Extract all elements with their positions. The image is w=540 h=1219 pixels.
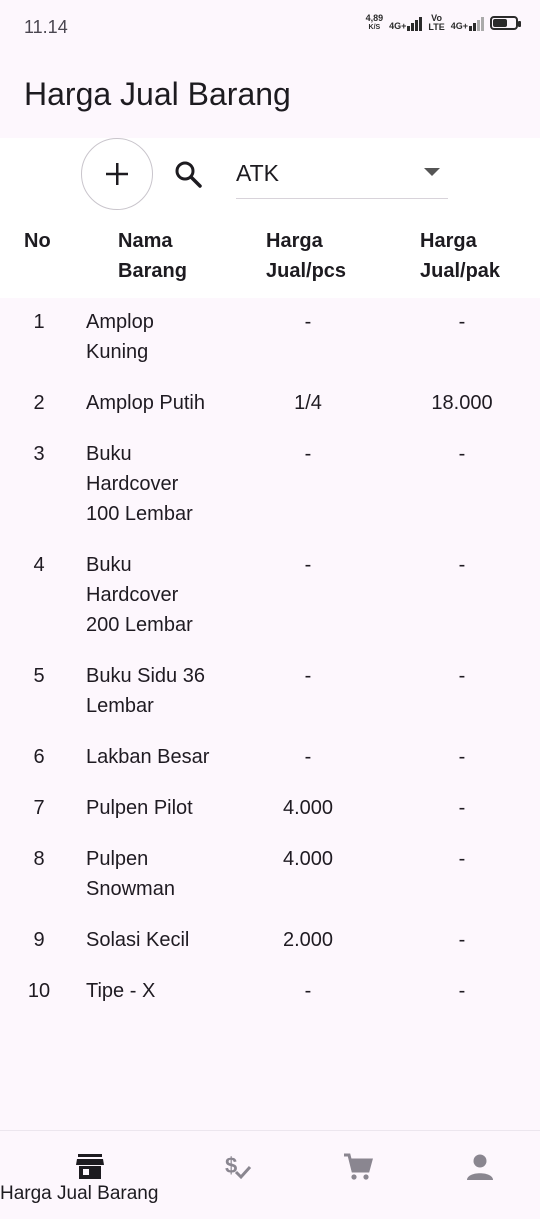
cell-price-pak: - [458,443,466,465]
cell-no: 8 [33,848,45,870]
cell-price-pcs: - [304,665,312,687]
battery-icon [490,16,521,30]
add-button[interactable] [81,138,153,210]
cell-price-pak: - [458,665,466,687]
cell-no: 7 [33,797,45,819]
header-name: Nama Barang [118,230,187,282]
cell-price-pcs: - [304,980,312,1002]
status-bar: 11.14 4,89 K/S 4G+ Vo LTE 4G+ [0,0,540,54]
cell-no: 9 [33,929,45,951]
cell-no: 3 [33,443,45,465]
cell-name: Tipe - X [86,980,156,1002]
person-icon [467,1154,493,1180]
cell-price-pak: - [458,554,466,576]
cell-price-pak: - [458,311,466,333]
toolbar: ATK [0,138,540,218]
nav-label-harga-jual: Harga Jual Barang [0,1183,159,1204]
signal-bars-icon [407,15,423,31]
table-row[interactable]: 5 Buku Sidu 36 Lembar - - [0,652,540,733]
status-time: 11.14 [24,17,68,37]
plus-icon [106,163,128,185]
page-title: Harga Jual Barang [24,76,291,112]
nav-item-profile[interactable] [412,1131,540,1219]
cell-price-pcs: 2.000 [282,929,334,951]
table-row[interactable]: 7 Pulpen Pilot 4.000 - [0,784,540,835]
nav-item-price[interactable]: $ [172,1131,307,1219]
header-no: No [24,230,51,252]
cell-name: Buku Sidu 36 Lembar [86,665,205,717]
cell-price-pak: 18.000 [431,392,493,414]
cell-price-pak: - [458,746,466,768]
table-row[interactable]: 6 Lakban Besar - - [0,733,540,784]
network-speed: 4,89 K/S [365,13,384,32]
volte-indicator: Vo LTE [428,13,445,32]
bottom-navigation: Harga Jual Barang $ [0,1130,540,1219]
cell-price-pcs: 4.000 [282,848,334,870]
cell-name: Amplop Putih [86,392,205,414]
category-selected-value: ATK [236,160,280,186]
cell-price-pcs: - [304,746,312,768]
cell-name: Buku Hardcover 100 Lembar [86,443,193,525]
cell-price-pak: - [458,848,466,870]
cell-name: Pulpen Snowman [86,848,175,900]
cell-no: 5 [33,665,45,687]
table-row[interactable]: 1 Amplop Kuning - - [0,298,540,379]
cell-no: 4 [33,554,45,576]
table-row[interactable]: 2 Amplop Putih 1/4 18.000 [0,379,540,430]
cart-icon [344,1153,373,1180]
cell-price-pcs: 1/4 [294,392,322,414]
search-icon [175,161,202,188]
nav-item-cart[interactable] [292,1131,427,1219]
cell-price-pcs: - [304,443,312,465]
table-row[interactable]: 4 Buku Hardcover 200 Lembar - - [0,541,540,652]
svg-text:$: $ [225,1153,237,1178]
nav-item-harga-jual[interactable] [22,1131,157,1219]
app-bar: Harga Jual Barang [0,54,540,138]
table-row[interactable]: 8 Pulpen Snowman 4.000 - [0,835,540,916]
cell-price-pak: - [458,980,466,1002]
table-body: 1 Amplop Kuning - - 2 Amplop Putih 1/4 1… [0,298,540,1018]
cell-no: 2 [33,392,45,414]
table-row[interactable]: 3 Buku Hardcover 100 Lembar - - [0,430,540,541]
cell-name: Buku Hardcover 200 Lembar [86,554,193,636]
cell-name: Pulpen Pilot [86,797,193,819]
dropdown-arrow-icon [424,168,440,176]
cell-price-pak: - [458,797,466,819]
table-header: No Nama Barang Harga Jual/pcs Harga Jual… [0,218,540,298]
table-row[interactable]: 10 Tipe - X - - [0,967,540,1018]
price-check-icon: $ [225,1153,252,1180]
cell-no: 1 [33,311,45,333]
search-button[interactable] [170,156,206,192]
signal-2: 4G+ [451,15,484,31]
header-price-pak: Harga Jual/pak [420,230,501,282]
cell-name: Solasi Kecil [86,929,190,951]
cell-no: 10 [27,980,51,1002]
signal-1: 4G+ [389,15,423,31]
signal-bars-icon [469,15,484,31]
category-dropdown[interactable]: ATK [236,154,448,199]
header-price-pcs: Harga Jual/pcs [266,230,347,282]
cell-name: Amplop Kuning [86,311,154,363]
cell-name: Lakban Besar [86,746,210,768]
cell-price-pcs: - [304,311,312,333]
table-row[interactable]: 9 Solasi Kecil 2.000 - [0,916,540,967]
cell-price-pcs: 4.000 [282,797,334,819]
cell-price-pak: - [458,929,466,951]
status-icons: 4,89 K/S 4G+ Vo LTE 4G+ [365,13,521,32]
cell-no: 6 [33,746,45,768]
store-icon [76,1154,104,1179]
cell-price-pcs: - [304,554,312,576]
